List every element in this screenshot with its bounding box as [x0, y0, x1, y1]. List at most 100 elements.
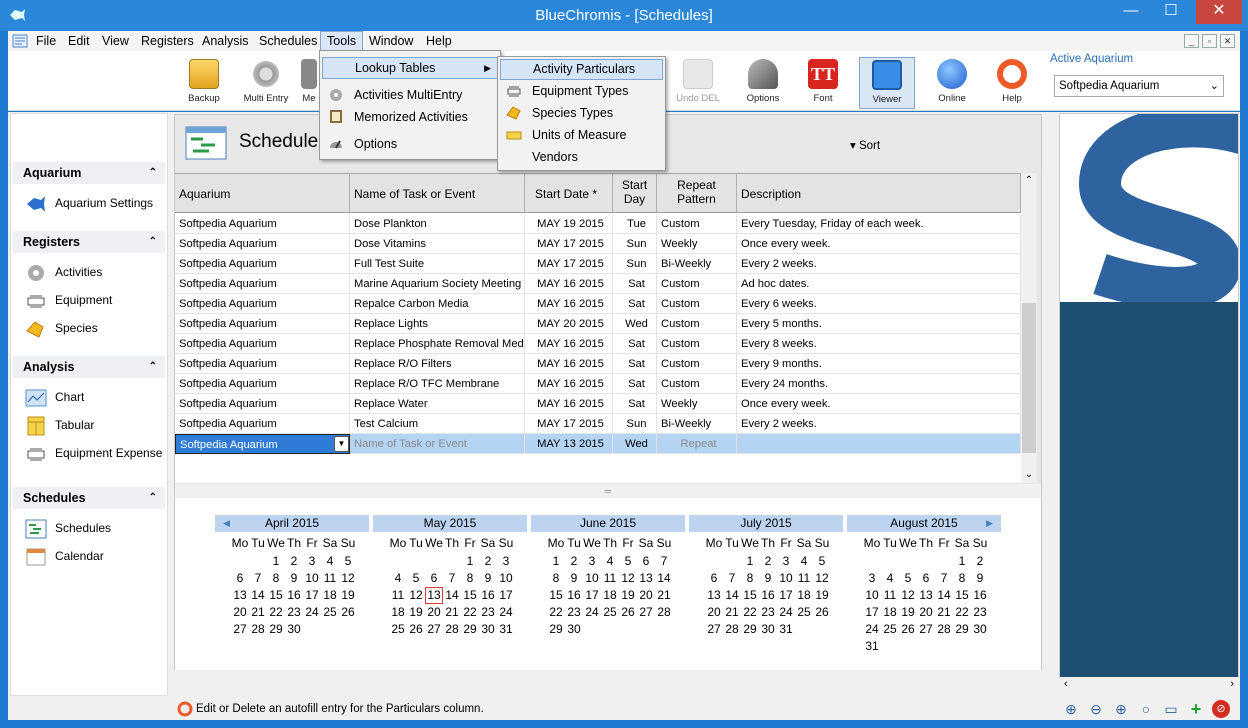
scroll-left-icon[interactable]: ‹: [1064, 678, 1068, 690]
cell-start-date[interactable]: MAY 16 2015: [525, 274, 613, 294]
cell-start-day[interactable]: Sun: [613, 414, 657, 434]
calendar-day[interactable]: 13: [231, 587, 249, 604]
cell-start-date[interactable]: MAY 16 2015: [525, 294, 613, 314]
tools-menu-memorized-activities[interactable]: Memorized Activities: [322, 106, 498, 128]
cell-task[interactable]: Name of Task or Event: [350, 434, 525, 454]
calendar-day[interactable]: 18: [881, 604, 899, 621]
calendar-day[interactable]: 30: [565, 621, 583, 638]
menu-window[interactable]: Window: [363, 31, 419, 51]
calendar-day[interactable]: 16: [285, 587, 303, 604]
calendar-day[interactable]: 19: [619, 587, 637, 604]
calendar-day[interactable]: 12: [899, 587, 917, 604]
calendar-day[interactable]: 26: [813, 604, 831, 621]
calendar-day[interactable]: 15: [267, 587, 285, 604]
calendar-day[interactable]: 15: [741, 587, 759, 604]
calendar-day[interactable]: 20: [231, 604, 249, 621]
calendar-day[interactable]: 9: [285, 570, 303, 587]
grid-scroll-thumb[interactable]: [1022, 303, 1036, 453]
calendar-day[interactable]: 28: [655, 604, 673, 621]
zoom-fit-icon[interactable]: ⊕: [1112, 700, 1130, 718]
calendar-day[interactable]: 11: [881, 587, 899, 604]
cell-description[interactable]: Every 8 weeks.: [737, 334, 1021, 354]
calendar-day[interactable]: 29: [953, 621, 971, 638]
calendar-day[interactable]: 18: [795, 587, 813, 604]
cell-repeat[interactable]: Custom: [657, 334, 737, 354]
calendar-day[interactable]: 12: [339, 570, 357, 587]
calendar-day[interactable]: 20: [917, 604, 935, 621]
calendar-day[interactable]: 23: [565, 604, 583, 621]
nav-section-registers[interactable]: Registers ⌃: [13, 231, 165, 253]
menu-registers[interactable]: Registers: [135, 31, 200, 51]
calendar-day[interactable]: 9: [479, 570, 497, 587]
maximize-button[interactable]: ☐: [1156, 0, 1186, 24]
calendar-day[interactable]: 20: [425, 604, 443, 621]
calendar-day[interactable]: 7: [655, 553, 673, 570]
calendar-day[interactable]: 6: [231, 570, 249, 587]
close-button[interactable]: ✕: [1196, 0, 1242, 24]
calendar-day[interactable]: 3: [303, 553, 321, 570]
cell-description[interactable]: Every 24 months.: [737, 374, 1021, 394]
calendar-day[interactable]: 20: [637, 587, 655, 604]
table-row[interactable]: Softpedia Aquarium Repalce Carbon Media MA…: [175, 294, 1021, 314]
delete-icon[interactable]: ⊘: [1212, 700, 1230, 718]
scroll-right-icon[interactable]: ›: [1230, 678, 1234, 690]
cell-task[interactable]: Replace Lights: [350, 314, 525, 334]
cell-repeat[interactable]: Weekly: [657, 394, 737, 414]
cell-start-date[interactable]: MAY 19 2015: [525, 214, 613, 234]
cell-repeat[interactable]: Custom: [657, 294, 737, 314]
calendar-day[interactable]: 28: [723, 621, 741, 638]
active-aquarium-select[interactable]: Softpedia Aquarium ⌄: [1054, 75, 1224, 97]
calendar-day[interactable]: 15: [953, 587, 971, 604]
calendar-day[interactable]: 7: [935, 570, 953, 587]
cell-start-day[interactable]: Sat: [613, 394, 657, 414]
calendar-day[interactable]: 25: [601, 604, 619, 621]
calendar-day[interactable]: 12: [813, 570, 831, 587]
calendar-day[interactable]: 30: [971, 621, 989, 638]
cell-start-day[interactable]: Sun: [613, 234, 657, 254]
calendar-day[interactable]: 8: [953, 570, 971, 587]
calendar-day[interactable]: 17: [303, 587, 321, 604]
calendar-day[interactable]: 5: [899, 570, 917, 587]
column-header-repeat-pattern[interactable]: Repeat Pattern: [657, 174, 737, 213]
column-header-task[interactable]: Name of Task or Event: [350, 174, 525, 213]
calendar-day[interactable]: 21: [935, 604, 953, 621]
zoom-in-icon[interactable]: ⊕: [1062, 700, 1080, 718]
calendar-day[interactable]: 13: [917, 587, 935, 604]
calendar-day[interactable]: 27: [231, 621, 249, 638]
cell-start-date[interactable]: MAY 17 2015: [525, 254, 613, 274]
calendar-day[interactable]: 2: [971, 553, 989, 570]
calendar-day[interactable]: 23: [759, 604, 777, 621]
calendar-day[interactable]: 11: [321, 570, 339, 587]
calendar-day[interactable]: 1: [461, 553, 479, 570]
calendar-day[interactable]: 27: [637, 604, 655, 621]
calendar-day[interactable]: 1: [953, 553, 971, 570]
nav-section-schedules[interactable]: Schedules ⌃: [13, 487, 165, 509]
cell-repeat[interactable]: Bi-Weekly: [657, 414, 737, 434]
calendar-day[interactable]: 17: [863, 604, 881, 621]
calendar-day[interactable]: 31: [497, 621, 515, 638]
calendar-day[interactable]: 28: [249, 621, 267, 638]
calendar-day[interactable]: 7: [249, 570, 267, 587]
calendar-day[interactable]: 14: [443, 587, 461, 604]
calendar-day[interactable]: 19: [899, 604, 917, 621]
mdi-minimize-button[interactable]: _: [1184, 34, 1199, 48]
calendar-day[interactable]: 10: [863, 587, 881, 604]
calendar-day[interactable]: 6: [637, 553, 655, 570]
calendar-day[interactable]: 4: [601, 553, 619, 570]
cell-aquarium[interactable]: Softpedia Aquarium: [175, 294, 350, 314]
cell-start-date[interactable]: MAY 16 2015: [525, 394, 613, 414]
calendar-day[interactable]: 26: [899, 621, 917, 638]
submenu-units-of-measure[interactable]: Units of Measure: [500, 125, 663, 146]
undo-delete-button[interactable]: Undo DEL: [670, 57, 726, 109]
cell-aquarium[interactable]: Softpedia Aquarium: [175, 314, 350, 334]
calendar-day[interactable]: 11: [601, 570, 619, 587]
calendar-day[interactable]: 30: [285, 621, 303, 638]
calendar-day[interactable]: 27: [425, 621, 443, 638]
calendar-day[interactable]: 16: [759, 587, 777, 604]
calendar-day[interactable]: 24: [777, 604, 795, 621]
calendar-day[interactable]: 20: [705, 604, 723, 621]
calendar-day[interactable]: 6: [705, 570, 723, 587]
table-row[interactable]: Softpedia Aquarium Test Calcium MAY 17 201…: [175, 414, 1021, 434]
calendar-day[interactable]: 7: [723, 570, 741, 587]
new-entry-row[interactable]: Softpedia Aquarium Name of Task or Event M…: [175, 434, 1021, 454]
